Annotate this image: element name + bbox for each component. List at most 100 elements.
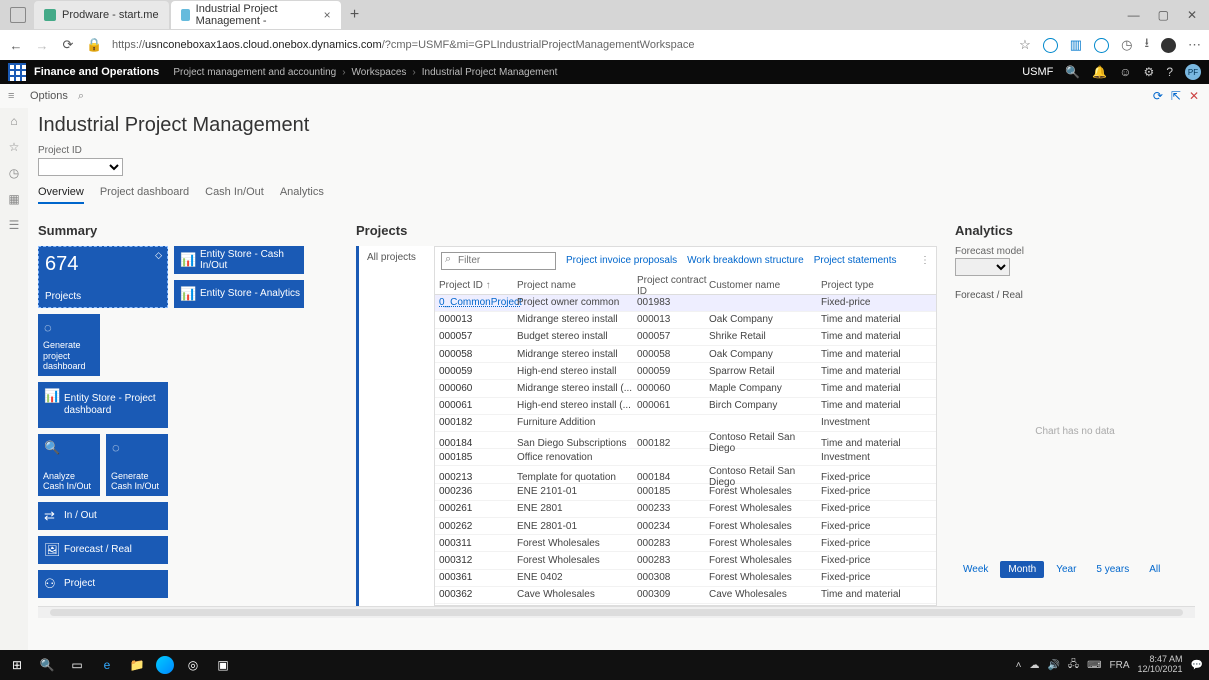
link-wbs[interactable]: Work breakdown structure xyxy=(687,255,804,266)
tab-overview[interactable]: Overview xyxy=(38,186,84,204)
table-row[interactable]: 000059High-end stereo install000059Sparr… xyxy=(435,363,936,380)
maximize-icon[interactable]: ▢ xyxy=(1158,8,1169,22)
period-all[interactable]: All xyxy=(1141,561,1168,578)
horizontal-scrollbar[interactable] xyxy=(38,606,1195,618)
tile-gen-cash[interactable]: ◌Generate Cash In/Out xyxy=(106,434,168,496)
options-button[interactable]: Options xyxy=(30,90,68,102)
edge-icon[interactable] xyxy=(156,656,174,674)
table-row[interactable]: 000185Office renovationInvestment xyxy=(435,449,936,466)
popout-icon[interactable]: ⇱ xyxy=(1171,89,1181,103)
search-icon[interactable]: 🔍 xyxy=(1065,65,1080,79)
favorite-icon[interactable]: ☆ xyxy=(1019,37,1031,53)
filter-input[interactable] xyxy=(441,252,556,270)
profile-icon[interactable] xyxy=(1161,38,1176,53)
ie-icon[interactable]: e xyxy=(96,654,118,676)
tab-project-dashboard[interactable]: Project dashboard xyxy=(100,186,189,204)
table-row[interactable]: 000312Forest Wholesales000283Forest Whol… xyxy=(435,552,936,569)
breadcrumb-item[interactable]: Workspaces xyxy=(352,67,407,78)
modules-icon[interactable]: ☰ xyxy=(9,218,20,232)
network-icon[interactable]: 🖧 xyxy=(1068,657,1079,674)
table-row[interactable]: 000362Cave Wholesales000309Cave Wholesal… xyxy=(435,587,936,604)
col-customer[interactable]: Customer name xyxy=(709,280,821,291)
grid-body[interactable]: 0_CommonProjectProject owner common00198… xyxy=(435,295,936,605)
tile-gen-dashboard[interactable]: ◌Generate project dashboard xyxy=(38,314,100,376)
app-launcher-icon[interactable] xyxy=(8,63,26,81)
table-row[interactable]: 000061High-end stereo install (...000061… xyxy=(435,398,936,415)
start-button[interactable]: ⊞ xyxy=(6,654,28,676)
bell-icon[interactable]: 🔔 xyxy=(1092,65,1107,79)
period-week[interactable]: Week xyxy=(955,561,996,578)
lang-indicator[interactable]: FRA xyxy=(1110,660,1130,671)
clock[interactable]: 8:47 AM 12/10/2021 xyxy=(1138,655,1183,675)
table-row[interactable]: 000236ENE 2101-01000185Forest Wholesales… xyxy=(435,484,936,501)
workspaces-icon[interactable]: ▦ xyxy=(8,192,19,206)
star-icon[interactable]: ☆ xyxy=(9,140,20,154)
hamburger-icon[interactable]: ≡ xyxy=(8,90,14,102)
smiley-icon[interactable]: ☺ xyxy=(1119,65,1131,79)
forward-button[interactable]: → xyxy=(34,38,50,53)
breadcrumb-item[interactable]: Project management and accounting xyxy=(173,67,336,78)
table-row[interactable]: 000058Midrange stereo install000058Oak C… xyxy=(435,346,936,363)
table-row[interactable]: 000013Midrange stereo install000013Oak C… xyxy=(435,312,936,329)
more-icon[interactable]: ⋮ xyxy=(920,255,930,266)
new-tab-button[interactable]: + xyxy=(343,6,367,24)
sidebar-all-projects[interactable]: All projects xyxy=(359,246,434,269)
table-row[interactable]: 000361ENE 0402000308Forest WholesalesFix… xyxy=(435,570,936,587)
site-lock-icon[interactable]: 🔒 xyxy=(86,37,102,53)
search-icon[interactable]: ⌕ xyxy=(78,90,84,103)
ext2-icon[interactable] xyxy=(1094,38,1109,53)
close-icon[interactable]: ✕ xyxy=(1189,89,1199,103)
company-picker[interactable]: USMF xyxy=(1022,66,1053,78)
period-month[interactable]: Month xyxy=(1000,561,1044,578)
link-invoice-proposals[interactable]: Project invoice proposals xyxy=(566,255,677,266)
period-year[interactable]: Year xyxy=(1048,561,1084,578)
refresh-icon[interactable]: ⟳ xyxy=(1153,89,1163,103)
col-project-name[interactable]: Project name xyxy=(517,280,637,291)
table-row[interactable]: 000261ENE 2801000233Forest WholesalesFix… xyxy=(435,501,936,518)
table-row[interactable]: 0_CommonProjectProject owner common00198… xyxy=(435,295,936,312)
refresh-button[interactable]: ⟳ xyxy=(60,37,76,53)
table-row[interactable]: 000262ENE 2801-01000234Forest Wholesales… xyxy=(435,518,936,535)
col-type[interactable]: Project type xyxy=(821,280,909,291)
ext-icon[interactable] xyxy=(1043,38,1058,53)
tile-project[interactable]: ⚇Project xyxy=(38,570,168,598)
collections-icon[interactable]: ▥ xyxy=(1070,37,1082,53)
table-row[interactable]: 000060Midrange stereo install (...000060… xyxy=(435,380,936,397)
table-row[interactable]: 000213Template for quotation000184Contos… xyxy=(435,466,936,483)
module-name[interactable]: Finance and Operations xyxy=(34,66,159,78)
search-icon[interactable]: 🔍 xyxy=(36,654,58,676)
project-id-select[interactable] xyxy=(38,158,123,176)
tab-analytics[interactable]: Analytics xyxy=(280,186,324,204)
menu-icon[interactable]: ⋯ xyxy=(1188,37,1201,53)
table-row[interactable]: 000182Furniture AdditionInvestment xyxy=(435,415,936,432)
gear-icon[interactable]: ⚙ xyxy=(1144,65,1155,79)
onedrive-icon[interactable]: ☁ xyxy=(1029,660,1039,671)
table-row[interactable]: 000311Forest Wholesales000283Forest Whol… xyxy=(435,535,936,552)
col-contract-id[interactable]: Project contract ID xyxy=(637,275,709,297)
table-row[interactable]: 000363ENE test invoice000310Forest Whole… xyxy=(435,604,936,605)
app-icon[interactable]: ◎ xyxy=(182,654,204,676)
tile-inout[interactable]: ⇄In / Out xyxy=(38,502,168,530)
table-row[interactable]: 000184San Diego Subscriptions000182Conto… xyxy=(435,432,936,449)
link-statements[interactable]: Project statements xyxy=(814,255,897,266)
help-icon[interactable]: ? xyxy=(1166,65,1173,79)
tray-chevron-icon[interactable]: ˄ xyxy=(1016,660,1022,671)
downloads-icon[interactable]: ⭳ xyxy=(1144,34,1149,56)
tile-entity-cash[interactable]: 📊Entity Store - Cash In/Out xyxy=(174,246,304,274)
home-icon[interactable]: ⌂ xyxy=(10,114,17,128)
explorer-icon[interactable]: 📁 xyxy=(126,654,148,676)
back-button[interactable]: ← xyxy=(8,38,24,53)
tile-projects-count[interactable]: 674 Projects ◇ xyxy=(38,246,168,308)
tab-actions-icon[interactable] xyxy=(10,7,26,23)
sync-icon[interactable]: ◷ xyxy=(1121,37,1132,53)
keyboard-icon[interactable]: ⌨ xyxy=(1087,660,1101,671)
tile-analyze-cash[interactable]: 🔍Analyze Cash In/Out xyxy=(38,434,100,496)
notifications-icon[interactable]: 💬 xyxy=(1191,660,1203,671)
tile-entity-analytics[interactable]: 📊Entity Store - Analytics xyxy=(174,280,304,308)
browser-tab-1[interactable]: Industrial Project Management - × xyxy=(171,1,341,29)
col-project-id[interactable]: Project ID xyxy=(439,280,517,291)
pin-icon[interactable]: ◇ xyxy=(155,250,162,261)
table-row[interactable]: 000057Budget stereo install000057Shrike … xyxy=(435,329,936,346)
volume-icon[interactable]: 🔊 xyxy=(1047,660,1059,671)
browser-tab-0[interactable]: Prodware - start.me xyxy=(34,1,169,29)
